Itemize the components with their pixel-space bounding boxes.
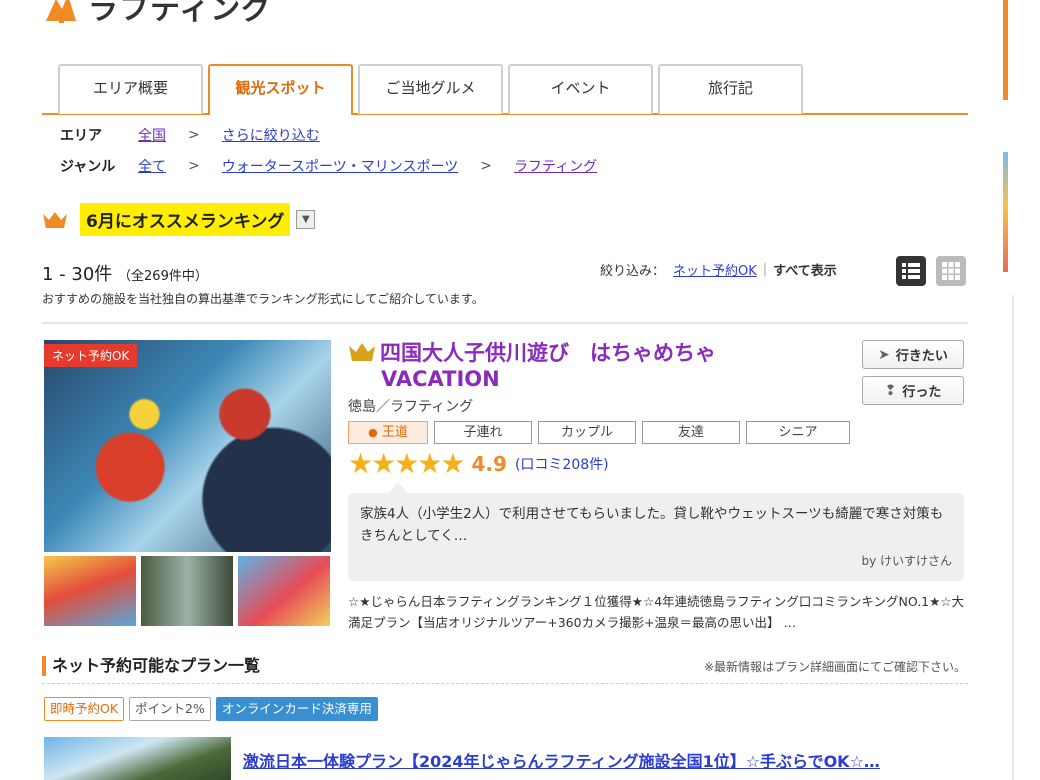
tab-local-gourmet[interactable]: ご当地グルメ: [358, 64, 503, 114]
listing-title-line1: 四国大人子供川遊び はちゃめちゃ: [380, 341, 716, 365]
result-count-range: 1 - 30件: [42, 264, 113, 285]
want-to-go-label: 行きたい: [895, 349, 948, 364]
page: ラフティング エリア概要 観光スポット ご当地グルメ イベント 旅行記 エリア …: [0, 0, 1040, 780]
ranking-month-dropdown[interactable]: ▼: [296, 210, 316, 229]
breadcrumb-separator: >: [188, 158, 200, 174]
ranking-title-text: 6月にオススメランキング: [80, 203, 291, 236]
list-view-icon: [902, 263, 920, 279]
reviews-link[interactable]: (口コミ208件): [515, 454, 609, 474]
rafting-logo-icon: [46, 0, 76, 23]
breadcrumb-link-water-sports[interactable]: ウォータースポーツ・マリンスポーツ: [222, 156, 458, 176]
listing-area: 徳島／ラフティング: [348, 399, 474, 415]
listing-title[interactable]: 四国大人子供川遊び はちゃめちゃ VACATION: [348, 340, 768, 392]
tag-main-label: 王道: [381, 425, 408, 440]
ranking-title: 6月にオススメランキング ▼: [42, 203, 316, 236]
listing-rating: ★★★★★ 4.9 (口コミ208件): [348, 449, 609, 479]
label-card-only: オンラインカード決済専用: [215, 697, 378, 721]
filter-separator: |: [762, 262, 768, 277]
tab-area-overview[interactable]: エリア概要: [58, 64, 203, 114]
breadcrumb-link-all-genres[interactable]: 全て: [138, 156, 166, 176]
plan-list-title: ネット予約可能なプラン一覧: [42, 656, 260, 676]
listing-tags: ● 王道 子連れ カップル 友達 シニア: [348, 421, 856, 444]
filter-net-booking-ok[interactable]: ネット予約OK: [673, 260, 757, 279]
walking-person-icon: ➤: [878, 346, 890, 363]
breadcrumb-link-all-japan[interactable]: 全国: [138, 125, 166, 145]
filter-bar: 絞り込み： ネット予約OK | すべて表示: [600, 260, 837, 279]
rating-stars-icon: ★★★★★: [348, 447, 466, 480]
review-author: by けいすけさん: [861, 554, 952, 568]
tag-friends: 友達: [642, 421, 740, 444]
tag-with-kids: 子連れ: [434, 421, 532, 444]
breadcrumb-genre: ジャンル 全て > ウォータースポーツ・マリンスポーツ > ラフティング: [60, 156, 597, 176]
filter-show-all[interactable]: すべて表示: [773, 260, 837, 279]
tab-sightseeing[interactable]: 観光スポット: [208, 64, 353, 115]
tag-couple: カップル: [538, 421, 636, 444]
tab-travel-blog[interactable]: 旅行記: [658, 64, 803, 114]
breadcrumb-genre-label: ジャンル: [60, 159, 116, 175]
label-instant-booking: 即時予約OK: [44, 697, 125, 721]
breadcrumb-area: エリア 全国 > さらに絞り込む: [60, 125, 320, 145]
plan-list-note: ※最新情報はプラン詳細画面にてご確認下さい。: [703, 660, 966, 674]
listing-title-line2: VACATION: [381, 367, 500, 391]
breadcrumb-area-label: エリア: [60, 128, 102, 144]
crown-icon: [43, 211, 67, 228]
listing-thumbnail[interactable]: [141, 556, 233, 626]
listing-catch-copy: ☆★じゃらん日本ラフティングランキング１位獲得★☆4年連続徳島ラフティング口コミ…: [348, 594, 965, 630]
plan-list-header: ネット予約可能なプラン一覧 ※最新情報はプラン詳細画面にてご確認下さい。: [42, 656, 968, 684]
listing-thumbnail[interactable]: [44, 556, 136, 626]
went-label: 行った: [902, 385, 942, 400]
tag-main: ● 王道: [348, 421, 428, 444]
tab-events[interactable]: イベント: [508, 64, 653, 114]
result-count: 1 - 30件 （全269件中）: [42, 260, 208, 286]
review-bubble-pointer: [388, 483, 408, 493]
breadcrumb-link-narrow-down[interactable]: さらに絞り込む: [222, 125, 320, 145]
breadcrumb-link-rafting[interactable]: ラフティング: [514, 156, 597, 176]
category-tabs: エリア概要 観光スポット ご当地グルメ イベント 旅行記: [42, 64, 968, 115]
list-view-button[interactable]: [896, 256, 926, 286]
grid-view-icon: [942, 262, 960, 280]
label-points: ポイント2%: [129, 697, 211, 721]
filter-label: 絞り込み：: [600, 264, 666, 279]
footprints-icon: ❢: [884, 382, 897, 399]
page-heading: ラフティング: [42, 0, 273, 27]
gold-crown-icon: [349, 343, 375, 361]
breadcrumb-separator: >: [188, 127, 200, 143]
grid-view-button[interactable]: [936, 256, 966, 286]
breadcrumb-separator: >: [480, 158, 492, 174]
listing-thumbnail[interactable]: [238, 556, 330, 626]
side-banner-top[interactable]: [1003, 0, 1008, 100]
person-icon: ●: [368, 426, 378, 439]
went-button[interactable]: ❢ 行った: [862, 376, 964, 405]
plan-title-link[interactable]: 激流日本一体験プラン【2024年じゃらんラフティング施設全国1位】☆手ぶらでOK…: [243, 748, 880, 772]
tag-seniors: シニア: [746, 421, 850, 444]
want-to-go-button[interactable]: ➤ 行きたい: [862, 340, 964, 369]
plan-thumbnail[interactable]: [44, 737, 231, 780]
result-count-total: （全269件中）: [118, 269, 208, 284]
plan-labels: 即時予約OK ポイント2% オンラインカード決済専用: [44, 697, 383, 721]
page-scroll-divider: [1012, 295, 1014, 780]
net-booking-badge: ネット予約OK: [44, 344, 138, 367]
listing-main-photo[interactable]: [44, 340, 331, 552]
list-divider: [42, 322, 968, 324]
rating-score: 4.9: [471, 452, 507, 476]
ranking-description: おすすめの施設を当社独自の算出基準でランキング形式にしてご紹介しています。: [42, 292, 484, 306]
review-text: 家族4人（小学生2人）で利用させてもらいました。貸し靴やウェットスーツも綺麗で寒…: [360, 506, 944, 544]
side-banner-image[interactable]: [1003, 152, 1008, 272]
review-snippet[interactable]: 家族4人（小学生2人）で利用させてもらいました。貸し靴やウェットスーツも綺麗で寒…: [348, 483, 964, 581]
page-title: ラフティング: [88, 0, 273, 27]
